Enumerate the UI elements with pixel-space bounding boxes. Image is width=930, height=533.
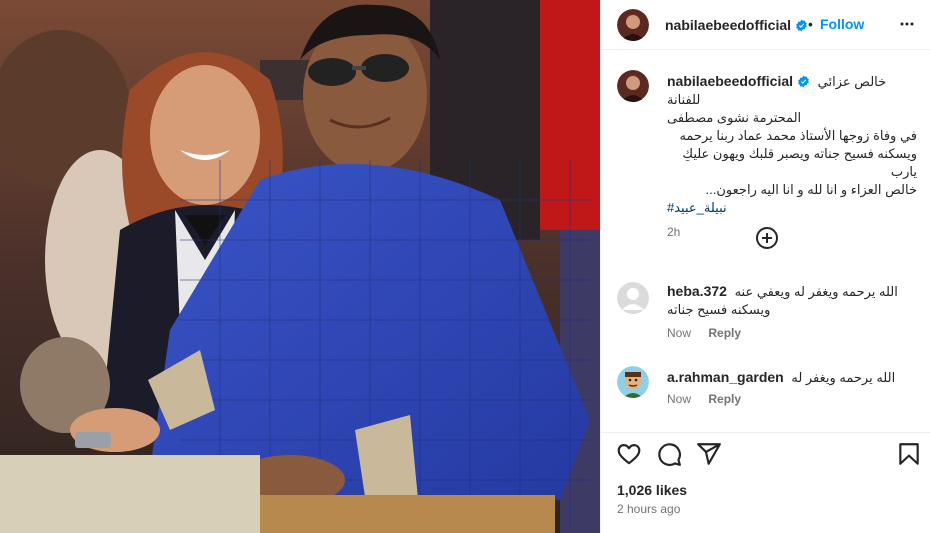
comment-text: heba.372 الله يرحمه ويغفر له ويعفي عنه و…: [667, 282, 917, 319]
comment-avatar[interactable]: [617, 366, 649, 398]
caption-text-3: في وفاة زوجها الأستاذ محمد عماد ربنا يرح…: [679, 128, 917, 143]
reply-button[interactable]: Reply: [708, 326, 741, 340]
photo-image: [0, 0, 600, 533]
comment-meta: Now Reply: [667, 392, 741, 406]
author-avatar[interactable]: [617, 9, 649, 41]
post-photo[interactable]: [0, 0, 600, 533]
comment-username[interactable]: heba.372: [667, 283, 727, 299]
caption-timestamp[interactable]: 2h: [667, 223, 917, 241]
post-side-panel: nabilaebeedofficial • Follow nabilaebeed…: [600, 0, 930, 533]
comment-time: Now: [667, 326, 692, 340]
comment-avatar[interactable]: [617, 282, 649, 314]
follow-button[interactable]: Follow: [820, 16, 864, 32]
caption-text-5: خالص العزاء و انا لله و انا اليه راجعون.…: [705, 182, 917, 197]
comment-body: الله يرحمه ويغفر له: [791, 370, 896, 385]
caption-text: nabilaebeedofficial خالص عزائي للفنانة ا…: [667, 72, 917, 241]
caption-hashtag[interactable]: #نبيلة_عبيد: [667, 199, 917, 217]
reply-button[interactable]: Reply: [708, 392, 741, 406]
likes-count[interactable]: 1,026 likes: [617, 482, 687, 498]
separator-dot: •: [808, 16, 813, 32]
add-circle-icon[interactable]: [755, 226, 779, 250]
caption-username[interactable]: nabilaebeedofficial: [667, 73, 793, 89]
caption-avatar[interactable]: [617, 70, 649, 102]
comment-meta: Now Reply: [667, 326, 741, 340]
comment-time: Now: [667, 392, 692, 406]
verified-badge-icon: [796, 19, 807, 32]
more-horizontal-icon[interactable]: [897, 14, 917, 34]
comment-icon[interactable]: [656, 441, 682, 467]
share-icon[interactable]: [696, 441, 722, 467]
bookmark-icon[interactable]: [896, 441, 922, 467]
caption-text-2: المحترمة نشوى مصطفى: [667, 110, 802, 125]
author-username[interactable]: nabilaebeedofficial: [665, 17, 808, 33]
comment-text: a.rahman_garden الله يرحمه ويغفر له: [667, 368, 917, 387]
verified-badge-icon: [798, 75, 809, 88]
post-actions: [601, 432, 930, 472]
post-timestamp[interactable]: 2 hours ago: [617, 502, 680, 516]
comment-username[interactable]: a.rahman_garden: [667, 369, 784, 385]
post-header: nabilaebeedofficial • Follow: [601, 0, 930, 50]
caption-line-1: nabilaebeedofficial خالص عزائي للفنانة: [667, 72, 917, 109]
heart-icon[interactable]: [616, 441, 642, 467]
caption-text-4: ويسكنه فسيح جناته ويصبر قلبك ويهون عليكِ…: [682, 146, 917, 179]
